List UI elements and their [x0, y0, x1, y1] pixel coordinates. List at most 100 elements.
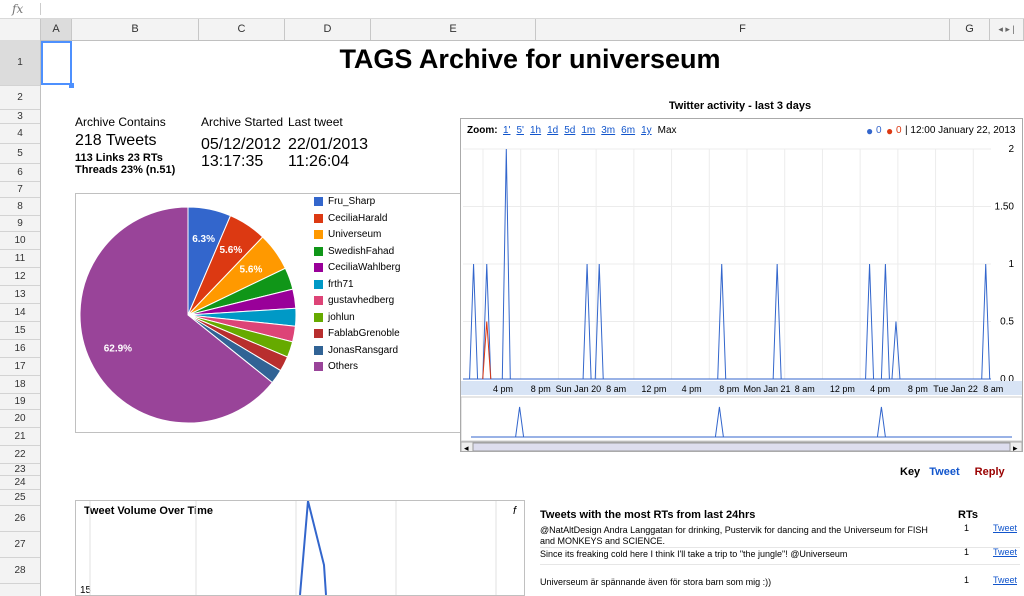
column-header-a[interactable]: A	[41, 19, 72, 40]
fill-handle[interactable]	[69, 83, 74, 88]
rt-row-divider	[540, 547, 1020, 548]
rt-tweet-link[interactable]: Tweet	[993, 547, 1017, 557]
rt-tweet-link[interactable]: Tweet	[993, 523, 1017, 533]
row-header-9[interactable]: 9	[0, 216, 40, 232]
rt-count: 1	[964, 547, 970, 557]
row-header-23[interactable]: 23	[0, 464, 40, 476]
row-header-14[interactable]: 14	[0, 304, 40, 322]
legend-label: gustavhedberg	[328, 295, 395, 306]
legend-swatch	[314, 329, 323, 338]
x-tick-label: Tue Jan 22	[933, 384, 978, 394]
x-tick-label: 8 am	[795, 384, 815, 394]
row-header-27[interactable]: 27	[0, 532, 40, 558]
legend-swatch	[314, 312, 323, 322]
column-header-g[interactable]: G	[950, 19, 990, 40]
row-header-16[interactable]: 16	[0, 340, 40, 358]
row-header-13[interactable]: 13	[0, 286, 40, 304]
x-tick-label: 8 pm	[531, 384, 551, 394]
zoom-option-2[interactable]: 1h	[530, 125, 541, 136]
zoom-links: 1' 5' 1h 1d 5d 1m 3m 6m 1y Max	[503, 125, 677, 136]
pie-slice-label-1: 5.6%	[219, 245, 242, 256]
column-header-f[interactable]: F	[536, 19, 950, 40]
column-scroll-arrows-icon[interactable]: ◂ ▸ |	[990, 19, 1024, 40]
links-rts-count: 113 Links 23 RTs	[75, 152, 163, 164]
row-header-10[interactable]: 10	[0, 232, 40, 250]
archive-started-time: 13:17:35	[201, 153, 264, 170]
row-header-18[interactable]: 18	[0, 376, 40, 394]
rts-column-header: RTs	[958, 509, 978, 521]
row-header-19[interactable]: 19	[0, 394, 40, 410]
corner-cell[interactable]	[0, 19, 41, 40]
row-header-12[interactable]: 12	[0, 268, 40, 286]
row-header-4[interactable]: 4	[0, 124, 40, 144]
zoom-option-8[interactable]: 1y	[641, 125, 652, 136]
legend-red-value: 0	[896, 125, 902, 136]
zoom-option-3[interactable]: 1d	[547, 125, 558, 136]
pie-slice-label-10: 62.9%	[104, 344, 132, 355]
last-tweet-time: 11:26:04	[288, 153, 350, 170]
key-reply: Reply	[974, 466, 1005, 478]
key-legend: Key Tweet Reply	[900, 466, 1005, 478]
tweet-volume-chart[interactable]: Tweet Volume Over Time f 15	[75, 500, 525, 596]
zoom-option-6[interactable]: 3m	[601, 125, 615, 136]
zoom-option-7[interactable]: 6m	[621, 125, 635, 136]
blue-dot-icon: ●	[866, 124, 874, 138]
twitter-activity-chart[interactable]: Zoom: 1' 5' 1h 1d 5d 1m 3m 6m 1y Max ● 0 ● 0 | 12…	[460, 118, 1023, 452]
row-header-21[interactable]: 21	[0, 428, 40, 446]
selected-cell-a1[interactable]	[41, 41, 72, 85]
x-tick-label: 8 am	[983, 384, 1003, 394]
zoom-option-max[interactable]: Max	[658, 125, 677, 136]
column-header-d[interactable]: D	[285, 19, 371, 40]
zoom-option-5[interactable]: 1m	[581, 125, 595, 136]
legend-swatch	[314, 279, 323, 289]
legend-swatch	[314, 246, 323, 256]
rt-tweet-link[interactable]: Tweet	[993, 575, 1017, 585]
row-header-25[interactable]: 25	[0, 490, 40, 506]
legend-blue-value: 0	[876, 125, 882, 136]
row-header-5[interactable]: 5	[0, 144, 40, 164]
x-tick-label: Sun Jan 20	[556, 384, 602, 394]
row-header-24[interactable]: 24	[0, 476, 40, 490]
row-header-15[interactable]: 15	[0, 322, 40, 340]
x-tick-label: 8 pm	[719, 384, 739, 394]
zoom-option-4[interactable]: 5d	[564, 125, 575, 136]
row-header-8[interactable]: 8	[0, 198, 40, 216]
key-tweet: Tweet	[929, 466, 960, 478]
x-tick-label: 8 am	[606, 384, 626, 394]
row-header-3[interactable]: 3	[0, 110, 40, 124]
zoom-toolbar: Zoom: 1' 5' 1h 1d 5d 1m 3m 6m 1y Max ● 0 ● 0 | 12…	[461, 119, 1022, 143]
row-header-7[interactable]: 7	[0, 182, 40, 198]
formula-bar[interactable]: fx	[0, 0, 1024, 19]
top-users-pie-chart[interactable]: 6.3% 5.6% 5.6% 62.9% Fru_Sharp CeciliaHarald…	[75, 193, 462, 433]
pie-svg: 6.3% 5.6% 5.6% 62.9%	[79, 206, 297, 424]
threads-stat: Threads 23% (n.51)	[75, 164, 176, 176]
tweet-count: 218 Tweets	[75, 132, 157, 149]
rt-count: 1	[964, 523, 970, 533]
zoom-option-0[interactable]: 1'	[503, 125, 510, 136]
row-header-26[interactable]: 26	[0, 506, 40, 532]
volume-plot	[89, 501, 497, 595]
row-header-22[interactable]: 22	[0, 446, 40, 464]
row-header-1[interactable]: 1	[0, 40, 40, 86]
x-tick-label: 8 pm	[908, 384, 928, 394]
top-rts-title: Tweets with the most RTs from last 24hrs	[540, 509, 756, 521]
column-header-c[interactable]: C	[199, 19, 285, 40]
scroll-right-icon: ▸	[1013, 443, 1018, 451]
column-header-e[interactable]: E	[371, 19, 536, 40]
row-header-17[interactable]: 17	[0, 358, 40, 376]
legend-label: JonasRansgard	[328, 344, 399, 356]
archive-started-label: Archive Started	[201, 115, 284, 129]
row-header-2[interactable]: 2	[0, 86, 40, 110]
legend-swatch	[314, 296, 323, 305]
legend-swatch	[314, 213, 323, 223]
legend-label: CeciliaWahlberg	[328, 262, 401, 273]
row-header-28[interactable]: 28	[0, 558, 40, 584]
x-tick-label: 4 pm	[870, 384, 890, 394]
activity-title: Twitter activity - last 3 days	[668, 100, 812, 112]
row-header-11[interactable]: 11	[0, 250, 40, 268]
archive-started-date: 05/12/2012	[201, 136, 282, 153]
row-header-6[interactable]: 6	[0, 164, 40, 182]
row-header-20[interactable]: 20	[0, 410, 40, 428]
column-header-b[interactable]: B	[72, 19, 199, 40]
zoom-option-1[interactable]: 5'	[516, 125, 523, 136]
